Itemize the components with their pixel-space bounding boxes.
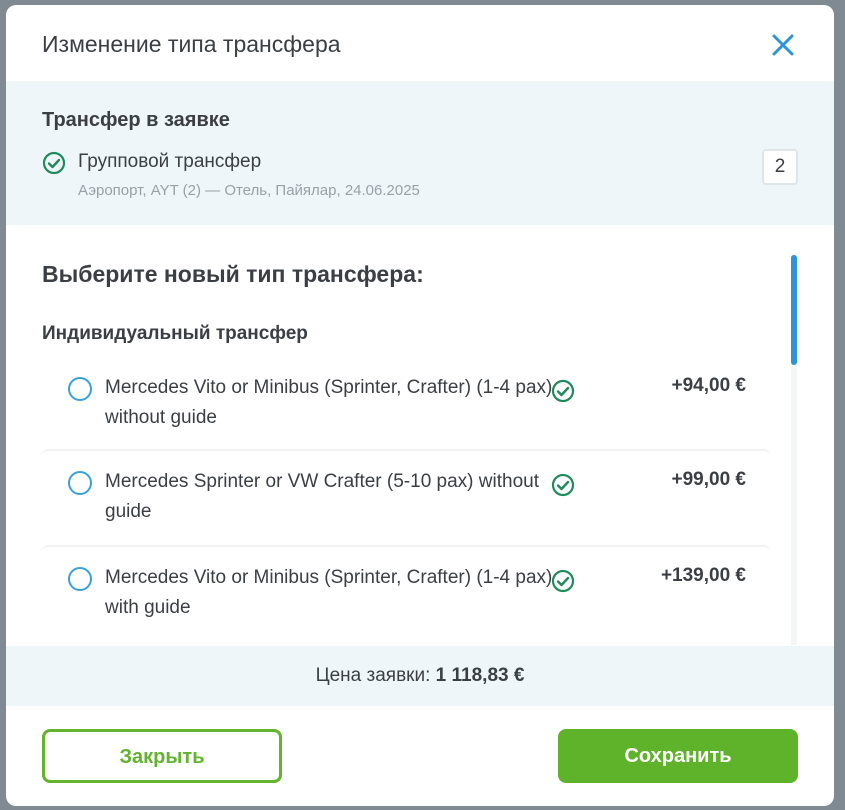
transfer-option[interactable]: Mercedes Vito or Minibus (Sprinter, Craf…: [42, 545, 770, 641]
choose-heading: Выберите новый тип трансфера:: [42, 261, 424, 287]
transfer-option-price: +99,00 €: [671, 469, 747, 490]
change-transfer-modal: Изменение типа трансфера Трансфер в заяв…: [6, 5, 834, 806]
transfer-option-label: Mercedes Sprinter or VW Crafter (5-10 pa…: [105, 471, 539, 522]
check-circle-icon: [551, 473, 575, 497]
transfer-option[interactable]: Mercedes Sprinter or VW Crafter (5-10 pa…: [42, 449, 770, 545]
current-transfer-heading: Трансфер в заявке: [42, 109, 230, 131]
order-price-bar: Цена заявки: 1 118,83 €: [6, 646, 834, 706]
modal-header: Изменение типа трансфера: [6, 5, 834, 81]
check-circle-icon: [551, 569, 575, 593]
close-icon[interactable]: [769, 31, 797, 59]
check-circle-icon: [551, 379, 575, 403]
transfer-option[interactable]: Mercedes Vito or Minibus (Sprinter, Craf…: [42, 363, 770, 459]
current-transfer-name: Групповой трансфер: [78, 151, 262, 172]
current-transfer-route: Аэропорт, AYT (2) — Отель, Пайялар, 24.0…: [78, 182, 420, 199]
radio-unchecked-icon[interactable]: [68, 471, 92, 495]
scrollbar-thumb[interactable]: [791, 255, 797, 365]
order-price-label: Цена заявки:: [315, 665, 436, 686]
radio-unchecked-icon[interactable]: [68, 567, 92, 591]
modal-title: Изменение типа трансфера: [42, 31, 341, 57]
transfer-option-label: Mercedes Vito or Minibus (Sprinter, Craf…: [105, 567, 553, 618]
current-transfer-panel: Трансфер в заявке Групповой трансфер Аэр…: [6, 81, 834, 225]
radio-unchecked-icon[interactable]: [68, 377, 92, 401]
transfer-options-list[interactable]: Выберите новый тип трансфера: Индивидуал…: [6, 225, 834, 645]
quantity-badge: 2: [762, 149, 798, 185]
order-price-value: 1 118,83 €: [435, 665, 525, 686]
transfer-option-price: +139,00 €: [660, 565, 746, 586]
check-circle-icon: [42, 151, 66, 175]
close-button[interactable]: Закрыть: [42, 729, 282, 783]
transfer-option-label: Mercedes Vito or Minibus (Sprinter, Craf…: [105, 377, 553, 428]
group-heading: Индивидуальный трансфер: [42, 323, 308, 344]
transfer-option-price: +94,00 €: [671, 375, 747, 396]
save-button[interactable]: Сохранить: [558, 729, 798, 783]
